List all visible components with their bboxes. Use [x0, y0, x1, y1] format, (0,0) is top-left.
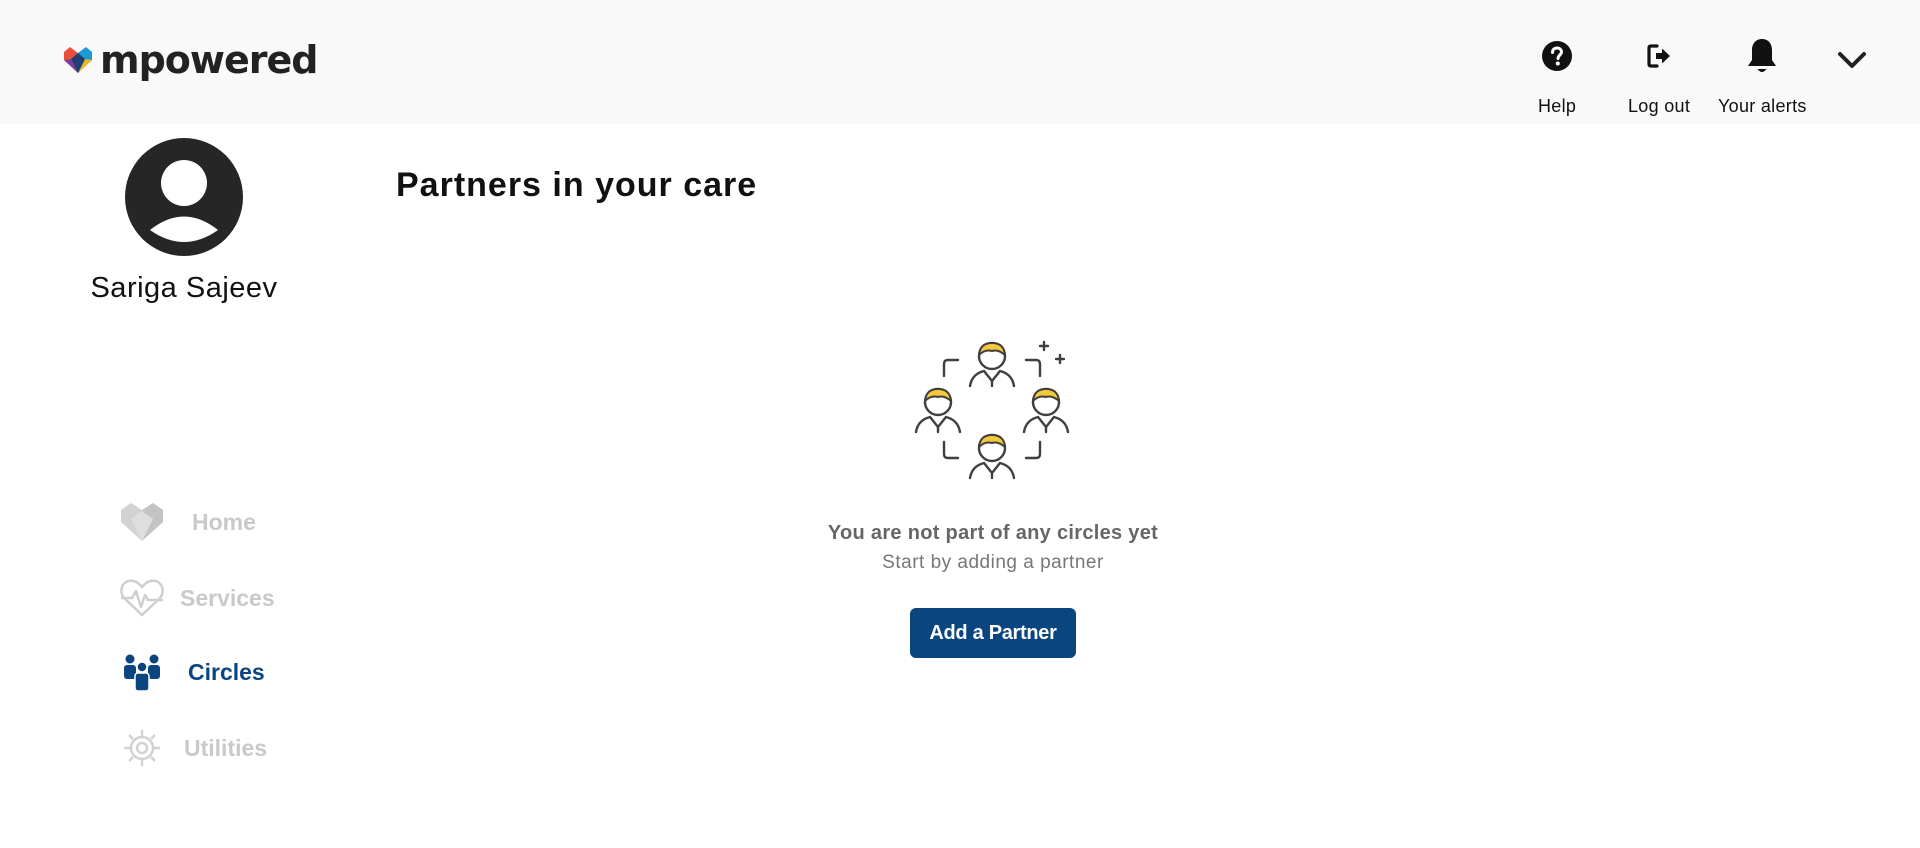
- account-menu-toggle[interactable]: [1836, 48, 1868, 77]
- chevron-down-icon: [1838, 52, 1866, 68]
- empty-circles-illustration: [912, 336, 1072, 486]
- nav-item-services[interactable]: Services: [118, 574, 275, 622]
- heartbeat-icon: [120, 579, 164, 617]
- nav-item-home[interactable]: Home: [118, 498, 256, 546]
- alerts-button[interactable]: Your alerts: [1718, 36, 1807, 117]
- nav-circles-label: Circles: [188, 658, 265, 685]
- nav-home-label: Home: [192, 508, 256, 535]
- help-label: Help: [1538, 96, 1577, 116]
- logo-text: mpowered: [100, 38, 318, 82]
- page-title: Partners in your care: [396, 166, 758, 204]
- logout-label: Log out: [1628, 96, 1691, 116]
- empty-state-title: You are not part of any circles yet: [827, 522, 1159, 544]
- circle-of-people-icon: [914, 340, 1070, 480]
- nav-item-utilities[interactable]: Utilities: [118, 724, 267, 772]
- nav-utilities-label: Utilities: [184, 734, 268, 761]
- group-people-icon: [124, 654, 160, 691]
- logout-button[interactable]: Log out: [1628, 36, 1690, 117]
- user-name: Sariga Sajeev: [90, 272, 278, 304]
- nav-item-circles[interactable]: Circles: [118, 648, 265, 696]
- home-heart-icon: [121, 503, 163, 541]
- alerts-label: Your alerts: [1718, 96, 1807, 116]
- mpowered-logo[interactable]: mpowered: [62, 40, 318, 80]
- bell-icon: [1748, 39, 1777, 72]
- gear-icon: [124, 730, 160, 766]
- help-icon: [1542, 41, 1573, 71]
- avatar: [125, 138, 243, 256]
- help-button[interactable]: Help: [1538, 36, 1576, 117]
- add-partner-button[interactable]: Add a Partner: [910, 608, 1076, 658]
- top-header: mpowered Help Log out Your alerts: [0, 0, 1920, 124]
- nav-services-label: Services: [180, 584, 275, 611]
- empty-state-subtitle: Start by adding a partner: [882, 552, 1104, 573]
- logout-icon: [1647, 44, 1671, 68]
- heart-logo-icon: [64, 47, 92, 73]
- user-avatar-icon: [125, 138, 243, 256]
